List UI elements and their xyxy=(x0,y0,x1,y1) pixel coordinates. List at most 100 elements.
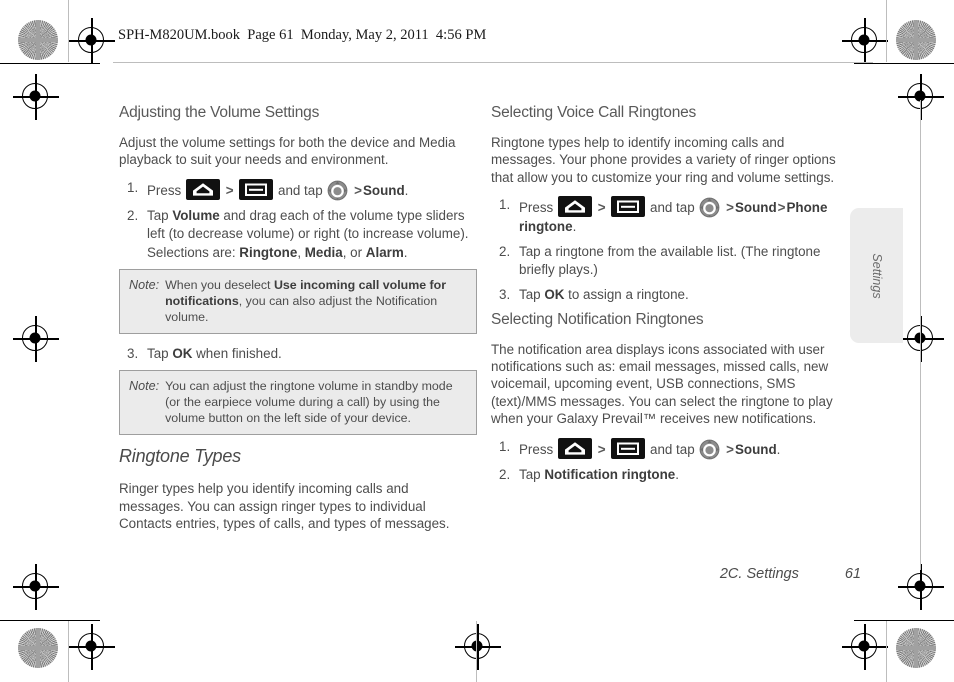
paragraph-notification-intro: The notification area displays icons ass… xyxy=(491,341,833,427)
registration-target-right-lower xyxy=(898,564,944,610)
step-text: . xyxy=(675,466,679,482)
step-number: 1. xyxy=(499,197,511,213)
registration-target-left-upper xyxy=(13,74,59,120)
step-bold-sound: Sound xyxy=(734,200,777,216)
page-rule-top-left xyxy=(68,0,69,62)
trim-line-bottom-left xyxy=(0,620,100,622)
step-number: 2. xyxy=(499,466,511,482)
right-column: Selecting Voice Call Ringtones Ringtone … xyxy=(491,104,849,490)
page-rule-right-margin xyxy=(920,100,921,570)
registration-target-left-lower xyxy=(13,564,59,610)
step-bold-alarm: Alarm xyxy=(365,245,404,260)
step-text: Tap a ringtone from the available list. … xyxy=(519,243,821,278)
side-tab-settings: Settings xyxy=(850,208,903,343)
trim-line-bottom-right xyxy=(854,620,954,622)
step-period: . xyxy=(776,441,781,457)
step-bold-ok: OK xyxy=(544,287,565,302)
step-text-and-tap: and tap xyxy=(278,182,323,198)
paragraph-volume-intro: Adjust the volume settings for both the … xyxy=(119,135,456,168)
list-item: 2. Tap a ringtone from the available list… xyxy=(491,243,849,280)
steps-adjusting-volume: 1. Press > and tap >Sound. 2. Tap Volume a… xyxy=(119,178,477,263)
step-number: 2. xyxy=(499,243,511,259)
page-rule-header-divider xyxy=(113,62,873,63)
starburst-mark-top-right xyxy=(896,20,936,60)
steps-notification-ringtones: 1. Press > and tap >Sound. 2. Tap Notifica… xyxy=(491,437,849,485)
heading-selecting-voice-call-ringtones: Selecting Voice Call Ringtones xyxy=(491,104,697,121)
step-text: Tap xyxy=(519,287,545,302)
registration-target-top-right xyxy=(842,18,888,64)
step-text: , or xyxy=(342,245,366,260)
step-text-and-tap: and tap xyxy=(650,441,695,457)
list-item: 2. Tap Notification ringtone. xyxy=(491,466,849,485)
footer-page-number: 61 xyxy=(844,566,861,582)
starburst-mark-top-left xyxy=(18,20,58,60)
step-bold-volume: Volume xyxy=(172,207,220,223)
page-rule-bottom-right xyxy=(886,621,887,682)
trim-line-top-left xyxy=(0,63,100,65)
step-text: , xyxy=(297,245,305,260)
registration-target-bottom-center xyxy=(455,624,501,670)
step-bold-sound: Sound xyxy=(734,441,777,457)
page-footer: 2C. Settings 61 xyxy=(491,566,861,582)
menu-icon xyxy=(239,178,274,200)
step-text: Tap xyxy=(147,207,173,223)
home-icon xyxy=(557,437,592,459)
note-text: You can adjust the ringtone volume in st… xyxy=(165,378,453,426)
registration-target-bottom-right xyxy=(842,624,888,670)
step-text: . xyxy=(403,245,408,260)
heading-selecting-notification-ringtones: Selecting Notification Ringtones xyxy=(491,310,704,328)
note-label: Note: xyxy=(129,277,160,292)
menu-icon xyxy=(611,196,646,218)
separator-icon: > xyxy=(726,200,734,216)
heading-adjusting-volume-settings: Adjusting the Volume Settings xyxy=(119,104,320,121)
step-bold-sound: Sound xyxy=(362,182,405,198)
subheading-ringtone-types: Ringtone Types xyxy=(119,446,241,467)
step-text-press: Press xyxy=(147,182,182,198)
paragraph-voice-call-intro: Ringtone types help to identify incoming… xyxy=(491,135,836,185)
page-rule-top-right xyxy=(886,0,887,62)
list-item: 2. Tap Volume and drag each of the volume… xyxy=(119,207,477,263)
home-icon xyxy=(557,196,592,218)
step-bold-media: Media xyxy=(304,245,343,260)
registration-target-top-left xyxy=(69,18,115,64)
side-tab-label: Settings xyxy=(869,252,884,299)
list-item: 1. Press > and tap >Sound>Phone ringtone. xyxy=(491,196,849,237)
separator-icon: > xyxy=(777,200,786,216)
note-box-incoming-call-volume: Note: When you deselect Use incoming cal… xyxy=(119,268,477,335)
registration-target-left-middle xyxy=(13,316,59,362)
step-period: . xyxy=(572,219,577,235)
footer-chapter-title: 2C. Settings xyxy=(719,566,799,582)
list-item: 3. Tap OK when finished. xyxy=(119,345,477,364)
menu-icon xyxy=(611,437,646,459)
step-bold-ringtone: Ringtone xyxy=(239,245,298,260)
starburst-mark-bottom-right xyxy=(896,628,936,668)
paragraph-ringtone-types: Ringer types help you identify incoming … xyxy=(119,481,450,532)
step-bold-notification-ringtone: Notification ringtone xyxy=(544,466,676,482)
registration-target-bottom-left xyxy=(69,624,115,670)
step-bold-ok: OK xyxy=(172,346,193,362)
list-item: 1. Press > and tap >Sound. xyxy=(491,437,849,460)
step-number: 1. xyxy=(127,179,139,195)
settings-gear-icon xyxy=(699,197,720,218)
list-item: 3. Tap OK to assign a ringtone. xyxy=(491,286,849,305)
page-rule-bottom-center xyxy=(476,621,477,682)
separator-icon: > xyxy=(597,441,606,457)
separator-icon: > xyxy=(597,200,606,216)
book-header-line: SPH-M820UM.book Page 61 Monday, May 2, 2… xyxy=(118,27,487,43)
step-text: Tap xyxy=(147,346,173,362)
step-text: Tap xyxy=(519,466,545,482)
starburst-mark-bottom-left xyxy=(18,628,58,668)
step-text-press: Press xyxy=(519,441,554,457)
home-icon xyxy=(185,178,220,200)
list-item: 1. Press > and tap >Sound. xyxy=(119,178,477,201)
step-period: . xyxy=(404,182,409,198)
step-number: 2. xyxy=(127,207,139,223)
separator-icon: > xyxy=(726,441,734,457)
separator-icon: > xyxy=(354,182,362,198)
steps-voice-call-ringtones: 1. Press > and tap >Sound>Phone ringtone.… xyxy=(491,196,849,304)
settings-gear-icon xyxy=(327,180,348,201)
note-label: Note: xyxy=(129,378,160,393)
separator-icon: > xyxy=(225,182,234,198)
trim-line-top-right xyxy=(854,63,954,65)
settings-gear-icon xyxy=(699,439,720,460)
